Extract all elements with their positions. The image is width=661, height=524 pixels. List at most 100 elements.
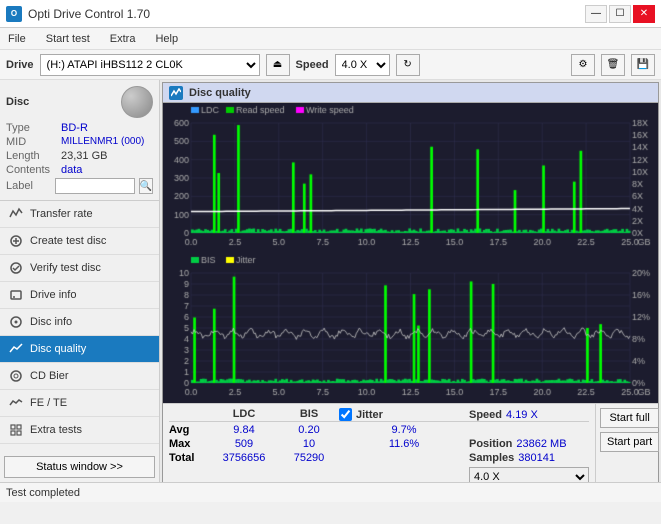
max-ldc: 509 [209, 438, 279, 450]
verify-test-disc-icon [8, 260, 24, 276]
total-ldc: 3756656 [209, 452, 279, 464]
mid-value: MILLENMR1 (000) [61, 136, 144, 148]
jitter-checkbox[interactable] [339, 408, 352, 421]
drive-info-icon [8, 287, 24, 303]
position-label: Position [469, 438, 512, 450]
nav-drive-info[interactable]: Drive info [0, 282, 159, 309]
refresh-button[interactable]: ↻ [396, 54, 420, 76]
ldc-header: LDC [209, 408, 279, 421]
start-part-button[interactable]: Start part [600, 432, 659, 452]
disc-quality-header: Disc quality [163, 83, 658, 103]
nav-verify-test-disc[interactable]: Verify test disc [0, 255, 159, 282]
contents-value: data [61, 164, 82, 176]
bis-chart-wrapper [163, 253, 658, 403]
disc-icon [121, 86, 153, 118]
save-button[interactable]: 💾 [631, 54, 655, 76]
menu-start-test[interactable]: Start test [42, 31, 94, 47]
label-input[interactable] [55, 178, 135, 194]
disc-quality-panel-icon [169, 86, 183, 100]
content-area: Disc quality LDC [160, 80, 661, 482]
ldc-chart-wrapper [163, 103, 658, 253]
status-window-button[interactable]: Status window >> [4, 456, 155, 478]
nav-disc-quality[interactable]: Disc quality [0, 336, 159, 363]
start-full-button[interactable]: Start full [600, 408, 659, 428]
speed-header: Speed 4.19 X [469, 408, 589, 421]
stats-max-row: Max 509 10 11.6% Position 23862 MB [169, 438, 589, 450]
stats-table: LDC BIS Jitter Speed 4.19 X Avg [163, 404, 595, 482]
menu-file[interactable]: File [4, 31, 30, 47]
menu-help[interactable]: Help [151, 31, 182, 47]
type-value: BD-R [61, 122, 88, 134]
max-jitter: 11.6% [339, 438, 469, 450]
fe-te-icon [8, 395, 24, 411]
total-label: Total [169, 452, 209, 464]
speed-dropdown[interactable]: 4.0 X [469, 467, 589, 482]
type-label: Type [6, 122, 61, 134]
menu-extra[interactable]: Extra [106, 31, 140, 47]
mid-label: MID [6, 136, 61, 148]
maximize-button[interactable]: ☐ [609, 5, 631, 23]
settings-button[interactable]: ⚙ [571, 54, 595, 76]
title-bar: O Opti Drive Control 1.70 — ☐ ✕ [0, 0, 661, 28]
stats-total-row: Total 3756656 75290 Samples 380141 [169, 452, 589, 464]
menu-bar: File Start test Extra Help [0, 28, 661, 50]
total-bis: 75290 [279, 452, 339, 464]
ldc-chart [163, 103, 658, 253]
speed-label: Speed [296, 59, 329, 71]
label-label: Label [6, 180, 51, 192]
drive-select[interactable]: (H:) ATAPI iHBS112 2 CL0K [40, 54, 260, 76]
bis-chart [163, 253, 658, 403]
sidebar: Disc Type BD-R MID MILLENMR1 (000) Lengt… [0, 80, 160, 482]
speed-select[interactable]: 4.0 X [335, 54, 390, 76]
sidebar-nav: Transfer rate Create test disc Verify te… [0, 201, 159, 452]
minimize-button[interactable]: — [585, 5, 607, 23]
eject-button[interactable]: ⏏ [266, 54, 290, 76]
close-button[interactable]: ✕ [633, 5, 655, 23]
cd-bier-icon [8, 368, 24, 384]
stats-right: Start full Start part [595, 404, 661, 482]
status-text: Test completed [6, 487, 80, 499]
app-icon: O [6, 6, 22, 22]
charts-container [163, 103, 658, 403]
avg-jitter: 9.7% [339, 424, 469, 436]
samples-label: Samples [469, 452, 514, 464]
avg-label: Avg [169, 424, 209, 436]
disc-info-icon [8, 314, 24, 330]
bis-header: BIS [279, 408, 339, 421]
nav-extra-tests[interactable]: Extra tests [0, 417, 159, 444]
app-title: Opti Drive Control 1.70 [28, 7, 150, 21]
samples-value: 380141 [518, 452, 555, 464]
label-search-button[interactable]: 🔍 [139, 178, 153, 194]
transfer-rate-icon [8, 206, 24, 222]
stats-footer: LDC BIS Jitter Speed 4.19 X Avg [163, 403, 658, 482]
length-value: 23,31 GB [61, 150, 107, 162]
drive-toolbar: Drive (H:) ATAPI iHBS112 2 CL0K ⏏ Speed … [0, 50, 661, 80]
nav-cd-bier[interactable]: CD Bier [0, 363, 159, 390]
disc-panel: Disc Type BD-R MID MILLENMR1 (000) Lengt… [0, 80, 159, 201]
drive-label: Drive [6, 59, 34, 71]
length-label: Length [6, 150, 61, 162]
nav-disc-info[interactable]: Disc info [0, 309, 159, 336]
avg-ldc: 9.84 [209, 424, 279, 436]
disc-section-title: Disc [6, 96, 29, 108]
max-label: Max [169, 438, 209, 450]
nav-transfer-rate[interactable]: Transfer rate [0, 201, 159, 228]
disc-quality-icon [8, 341, 24, 357]
stats-avg-row: Avg 9.84 0.20 9.7% [169, 424, 589, 436]
main-layout: Disc Type BD-R MID MILLENMR1 (000) Lengt… [0, 80, 661, 482]
avg-bis: 0.20 [279, 424, 339, 436]
window-controls: — ☐ ✕ [585, 5, 655, 23]
jitter-header: Jitter [339, 408, 469, 421]
nav-fe-te[interactable]: FE / TE [0, 390, 159, 417]
erase-button[interactable]: 🗑 [601, 54, 625, 76]
status-bar: Test completed [0, 482, 661, 502]
disc-quality-title: Disc quality [189, 87, 251, 99]
max-bis: 10 [279, 438, 339, 450]
extra-tests-icon [8, 422, 24, 438]
position-value: 23862 MB [516, 438, 566, 450]
disc-quality-panel: Disc quality LDC [162, 82, 659, 482]
contents-label: Contents [6, 164, 61, 176]
create-test-disc-icon [8, 233, 24, 249]
stats-header-row: LDC BIS Jitter Speed 4.19 X [169, 408, 589, 422]
nav-create-test-disc[interactable]: Create test disc [0, 228, 159, 255]
